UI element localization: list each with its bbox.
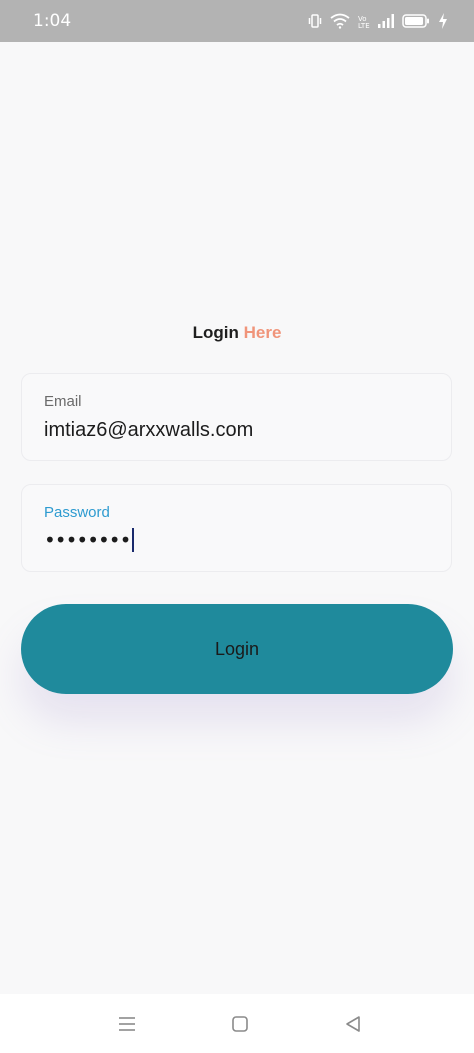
svg-text:LTE: LTE — [358, 22, 370, 29]
menu-icon[interactable] — [117, 1014, 137, 1034]
text-cursor — [132, 528, 135, 552]
login-screen: Login Here Email imtiaz6@arxxwalls.com P… — [0, 42, 474, 994]
back-icon[interactable] — [343, 1014, 363, 1034]
email-label: Email — [44, 393, 82, 410]
login-title: Login Here — [0, 323, 474, 343]
password-input[interactable]: •••••••• — [44, 527, 135, 553]
login-button[interactable]: Login — [21, 604, 453, 694]
password-field[interactable]: Password •••••••• — [21, 484, 452, 572]
signal-icon — [378, 14, 394, 28]
battery-icon — [402, 14, 430, 28]
status-time: 1:04 — [33, 11, 72, 31]
home-icon[interactable] — [230, 1014, 250, 1034]
password-value[interactable]: •••••••• — [44, 528, 131, 552]
email-field[interactable]: Email imtiaz6@arxxwalls.com — [21, 373, 452, 461]
volte-icon: Vo LTE — [358, 13, 370, 29]
password-label: Password — [44, 504, 110, 521]
wifi-icon — [330, 13, 350, 29]
charging-icon — [438, 13, 448, 29]
status-bar: 1:04 Vo LTE — [0, 0, 474, 42]
status-icons: Vo LTE — [308, 12, 448, 30]
login-title-part1: Login — [192, 323, 239, 342]
vibrate-icon — [308, 13, 322, 29]
navigation-bar — [0, 994, 474, 1053]
email-value[interactable]: imtiaz6@arxxwalls.com — [44, 419, 253, 442]
login-title-part2: Here — [243, 323, 282, 342]
